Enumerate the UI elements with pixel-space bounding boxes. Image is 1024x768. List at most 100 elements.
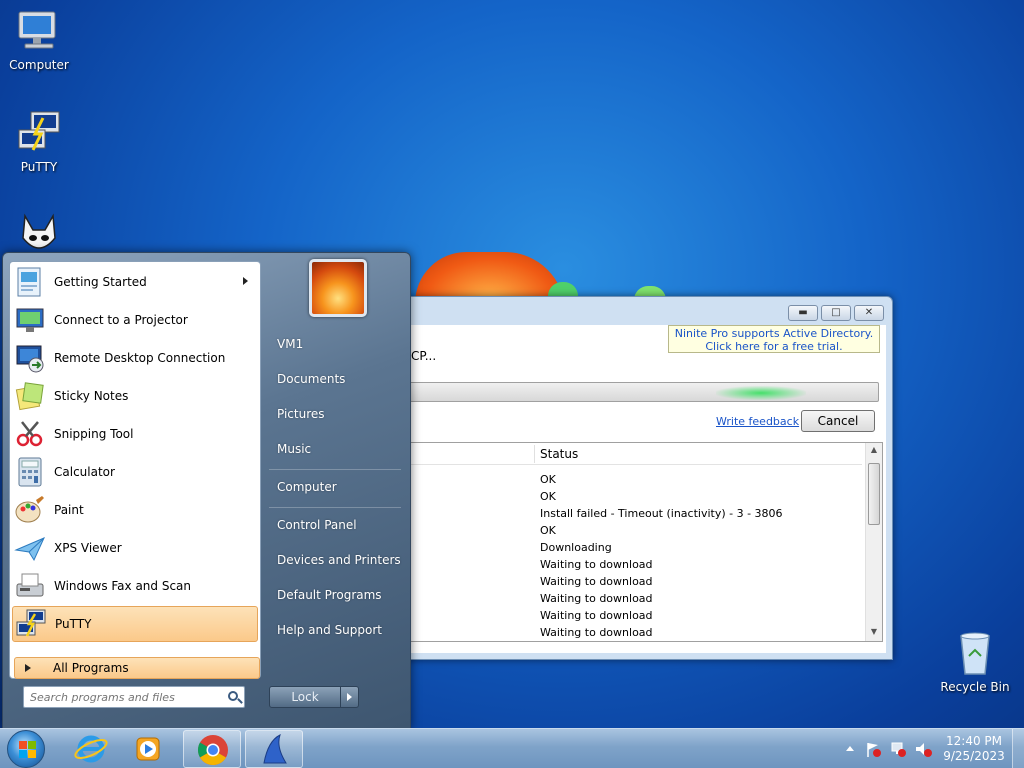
start-menu-programs-pane: Getting Started Connect to a Projector R…: [9, 261, 261, 679]
start-search-box[interactable]: [23, 686, 245, 708]
computer-icon: [15, 8, 63, 54]
list-item: Waiting to download: [540, 558, 653, 571]
desktop-icon-recycle-bin[interactable]: Recycle Bin: [936, 630, 1014, 694]
getting-started-icon: [14, 266, 46, 298]
start-item-label: Windows Fax and Scan: [54, 579, 192, 593]
taskbar-internet-explorer[interactable]: [62, 730, 120, 768]
desktop-icon-computer[interactable]: Computer: [0, 8, 78, 72]
paint-icon: [14, 494, 46, 526]
start-item-label: Remote Desktop Connection: [54, 351, 226, 365]
desktop-icon-label: PuTTY: [20, 160, 58, 174]
network-icon[interactable]: [891, 742, 906, 757]
start-right-pictures[interactable]: Pictures: [277, 407, 325, 421]
scrollbar-thumb[interactable]: [868, 463, 880, 525]
list-item: Downloading: [540, 541, 612, 554]
start-right-computer[interactable]: Computer: [277, 480, 337, 494]
start-right-separator: [269, 507, 401, 508]
install-progress-bar: [409, 382, 879, 402]
list-item: Waiting to download: [540, 609, 653, 622]
start-right-user[interactable]: VM1: [277, 337, 303, 351]
show-desktop-button[interactable]: [1012, 729, 1024, 768]
start-right-default-programs[interactable]: Default Programs: [277, 588, 382, 602]
clock-time: 12:40 PM: [946, 734, 1002, 748]
start-item-sticky-notes[interactable]: Sticky Notes: [12, 378, 258, 414]
list-item: Waiting to download: [540, 626, 653, 639]
volume-muted-icon[interactable]: [916, 743, 932, 757]
minimize-button[interactable]: ▬: [788, 305, 818, 321]
column-divider[interactable]: [534, 445, 535, 463]
promo-line-2: Click here for a free trial.: [705, 340, 843, 353]
scroll-down-icon[interactable]: ▼: [866, 627, 882, 636]
user-picture[interactable]: [309, 259, 367, 317]
desktop-icon-label: Recycle Bin: [940, 680, 1010, 694]
start-item-label: Getting Started: [54, 275, 147, 289]
remote-desktop-icon: [14, 342, 46, 374]
start-right-music[interactable]: Music: [277, 442, 311, 456]
sticky-notes-icon: [14, 380, 46, 412]
desktop-icon-label: Computer: [9, 58, 69, 72]
xps-viewer-icon: [14, 532, 46, 564]
write-feedback-link[interactable]: Write feedback: [716, 415, 799, 428]
list-item: Waiting to download: [540, 575, 653, 588]
lock-button[interactable]: Lock: [269, 686, 341, 708]
taskbar: 12:40 PM 9/25/2023: [0, 728, 1024, 768]
start-item-label: PuTTY: [55, 617, 92, 631]
recycle-bin-icon: [951, 630, 999, 676]
submenu-arrow-icon: [243, 277, 248, 285]
taskbar-chrome[interactable]: [183, 730, 241, 768]
start-right-devices-printers[interactable]: Devices and Printers: [277, 553, 401, 567]
projector-icon: [14, 304, 46, 336]
start-button[interactable]: [7, 730, 45, 768]
ninite-window[interactable]: ▬ □ ✕ Ninite Pro supports Active Directo…: [396, 296, 893, 660]
cancel-button[interactable]: Cancel: [801, 410, 875, 432]
start-item-remote-desktop[interactable]: Remote Desktop Connection: [12, 340, 258, 376]
start-item-xps-viewer[interactable]: XPS Viewer: [12, 530, 258, 566]
list-scrollbar[interactable]: ▲ ▼: [865, 443, 882, 641]
column-header-status[interactable]: Status: [540, 447, 578, 461]
start-item-label: XPS Viewer: [54, 541, 122, 555]
start-right-control-panel[interactable]: Control Panel: [277, 518, 357, 532]
start-item-snipping-tool[interactable]: Snipping Tool: [12, 416, 258, 452]
calculator-icon: [14, 456, 46, 488]
all-programs-button[interactable]: All Programs: [14, 657, 260, 679]
start-item-putty[interactable]: PuTTY: [12, 606, 258, 642]
putty-icon: [15, 110, 63, 156]
media-player-icon: [136, 737, 160, 761]
progress-glow: [716, 386, 806, 400]
scroll-up-icon[interactable]: ▲: [866, 445, 882, 454]
start-item-calculator[interactable]: Calculator: [12, 454, 258, 490]
putty-icon: [15, 608, 47, 640]
notification-area: [842, 739, 934, 762]
system-clock[interactable]: 12:40 PM 9/25/2023: [938, 734, 1010, 764]
taskbar-ninite[interactable]: [245, 730, 303, 768]
start-right-documents[interactable]: Documents: [277, 372, 345, 386]
start-item-fax-scan[interactable]: Windows Fax and Scan: [12, 568, 258, 604]
list-item: OK: [540, 473, 556, 486]
install-status-text: CP...: [411, 349, 437, 363]
start-menu: Getting Started Connect to a Projector R…: [2, 252, 411, 729]
start-item-label: Calculator: [54, 465, 115, 479]
start-item-getting-started[interactable]: Getting Started: [12, 264, 258, 300]
ninite-pro-promo[interactable]: Ninite Pro supports Active Directory. Cl…: [668, 325, 880, 353]
clock-date: 9/25/2023: [943, 749, 1005, 763]
desktop-icon-putty[interactable]: PuTTY: [0, 110, 78, 174]
install-list[interactable]: Status OK OK Install failed - Timeout (i…: [409, 442, 883, 642]
search-input[interactable]: [30, 688, 220, 706]
start-item-label: Connect to a Projector: [54, 313, 188, 327]
search-icon[interactable]: [228, 691, 238, 701]
snipping-tool-icon: [14, 418, 46, 450]
taskbar-media-player[interactable]: [120, 730, 178, 768]
action-center-flag-icon[interactable]: [867, 743, 881, 757]
fax-scan-icon: [14, 570, 46, 602]
windows-logo-icon: [19, 741, 27, 749]
list-item: OK: [540, 490, 556, 503]
start-item-connect-projector[interactable]: Connect to a Projector: [12, 302, 258, 338]
start-item-label: Sticky Notes: [54, 389, 129, 403]
start-right-help-support[interactable]: Help and Support: [277, 623, 382, 637]
close-button[interactable]: ✕: [854, 305, 884, 321]
start-item-label: Paint: [54, 503, 84, 517]
maximize-button[interactable]: □: [821, 305, 851, 321]
show-hidden-icons-icon[interactable]: [846, 746, 854, 751]
shutdown-options-arrow-icon[interactable]: [341, 686, 359, 708]
start-item-paint[interactable]: Paint: [12, 492, 258, 528]
